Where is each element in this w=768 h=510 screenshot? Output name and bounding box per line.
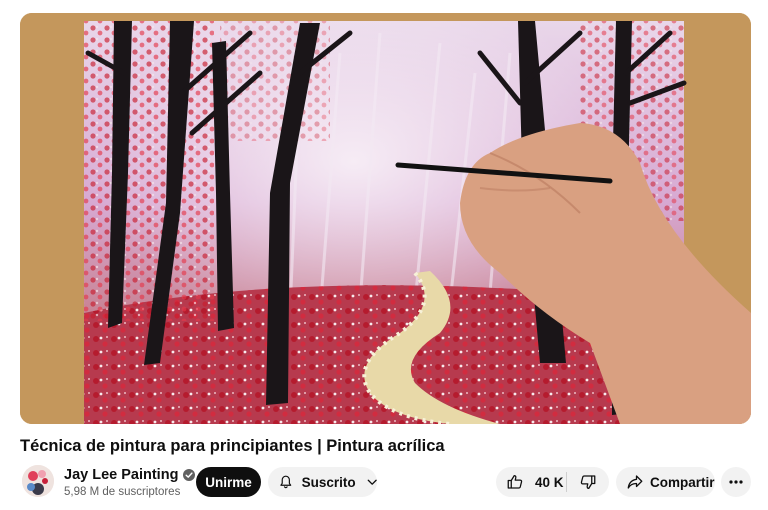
subscriber-count: 5,98 M de suscriptores <box>64 486 181 498</box>
join-button[interactable]: Unirme <box>196 467 261 497</box>
subscribed-button[interactable]: Suscrito <box>268 467 377 497</box>
thumbs-down-icon <box>580 475 596 490</box>
video-frame-painting <box>20 13 751 424</box>
channel-name[interactable]: Jay Lee Painting <box>64 467 178 483</box>
verified-check-icon <box>183 469 196 481</box>
dislike-button[interactable] <box>567 467 609 497</box>
share-label: Compartir <box>650 474 715 490</box>
more-dots-icon <box>729 480 743 484</box>
video-title: Técnica de pintura para principiantes | … <box>20 437 445 455</box>
avatar-image <box>22 465 54 497</box>
owner-row: Jay Lee Painting 5,98 M de suscriptores … <box>20 465 751 499</box>
share-arrow-icon <box>627 475 643 489</box>
thumbs-up-icon <box>507 474 523 489</box>
channel-avatar[interactable] <box>22 465 54 497</box>
chevron-down-icon <box>367 479 377 485</box>
channel-info: Jay Lee Painting 5,98 M de suscriptores <box>64 466 196 498</box>
subscribed-label: Suscrito <box>301 474 356 490</box>
more-actions-button[interactable] <box>721 467 751 497</box>
like-button[interactable]: 40 K <box>496 467 566 497</box>
join-button-label: Unirme <box>205 474 252 490</box>
share-button[interactable]: Compartir <box>616 467 715 497</box>
like-count: 40 K <box>535 474 564 490</box>
like-dislike-group: 40 K <box>496 467 609 497</box>
bell-icon <box>280 475 292 489</box>
video-player[interactable] <box>20 13 751 424</box>
